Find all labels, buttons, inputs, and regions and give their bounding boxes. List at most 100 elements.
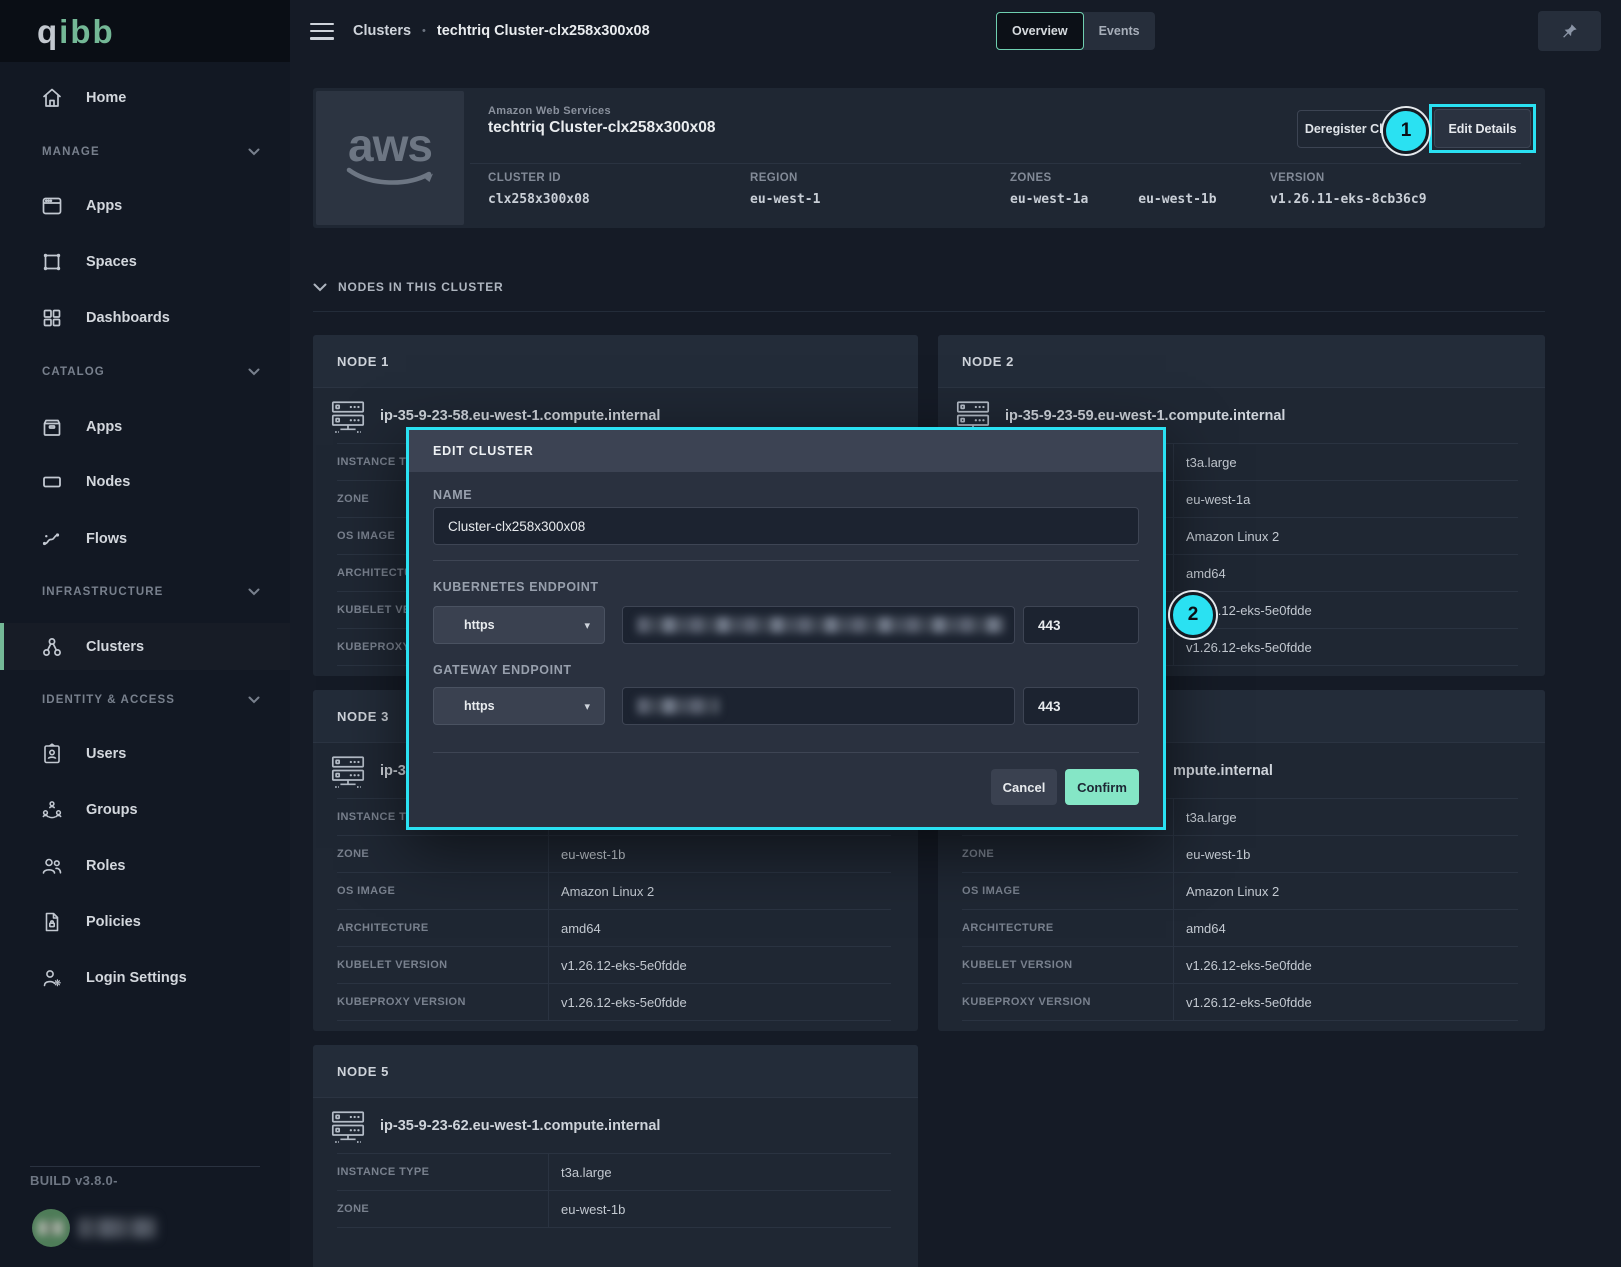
redacted-host bbox=[637, 617, 1005, 633]
sidebar-item-label: Flows bbox=[86, 531, 127, 547]
chevron-down-icon: ▾ bbox=[584, 619, 590, 632]
sidebar-section-identity[interactable]: IDENTITY & ACCESS bbox=[0, 690, 290, 710]
confirm-button[interactable]: Confirm bbox=[1065, 769, 1139, 805]
logo[interactable]: qibb bbox=[0, 0, 290, 62]
section-divider bbox=[313, 311, 1545, 312]
table-row: KUBEPROXY VERSIONv1.26.12-eks-5e0fdde bbox=[962, 984, 1518, 1021]
avatar[interactable] bbox=[32, 1209, 70, 1247]
field-label: CLUSTER ID bbox=[488, 172, 750, 184]
version-field: VERSION v1.26.11-eks-8cb36c9 bbox=[1270, 172, 1427, 207]
modal-header: EDIT CLUSTER bbox=[409, 430, 1163, 472]
sidebar-divider bbox=[30, 1166, 260, 1167]
sidebar-section-label: INFRASTRUCTURE bbox=[42, 586, 163, 598]
annotation-highlight-box bbox=[1429, 104, 1536, 153]
scheme-select[interactable]: https ▾ bbox=[433, 687, 605, 725]
row-label: KUBELET VERSION bbox=[962, 947, 1174, 983]
kubernetes-host-input[interactable] bbox=[622, 606, 1015, 644]
sidebar-item-roles[interactable]: Roles bbox=[0, 844, 290, 888]
menu-icon[interactable] bbox=[310, 23, 334, 40]
people-icon bbox=[40, 854, 64, 878]
name-label: NAME bbox=[433, 489, 1139, 501]
sidebar-item-apps-catalog[interactable]: Apps bbox=[0, 405, 290, 449]
zones-field: ZONES eu-west-1a eu-west-1b bbox=[1010, 172, 1270, 207]
sidebar-section-manage[interactable]: MANAGE bbox=[0, 142, 290, 162]
row-value: eu-west-1a bbox=[1174, 481, 1250, 517]
topbar: Clusters • techtriq Cluster-clx258x300x0… bbox=[310, 0, 650, 62]
sidebar-item-spaces[interactable]: Spaces bbox=[0, 240, 290, 284]
annotation-circle-2: 2 bbox=[1170, 592, 1216, 638]
pin-icon bbox=[1560, 22, 1579, 41]
sidebar-item-clusters[interactable]: Clusters bbox=[0, 623, 290, 670]
modal-title: EDIT CLUSTER bbox=[433, 444, 534, 458]
table-row: INSTANCE TYPEt3a.large bbox=[337, 1154, 891, 1191]
scheme-select[interactable]: https ▾ bbox=[433, 606, 605, 644]
modal-footer: Cancel Confirm bbox=[433, 769, 1139, 805]
sidebar-section-catalog[interactable]: CATALOG bbox=[0, 362, 290, 382]
chevron-down-icon bbox=[248, 148, 260, 156]
provider-label: Amazon Web Services bbox=[488, 105, 611, 117]
row-label: ARCHITECTURE bbox=[337, 910, 549, 946]
row-value: eu-west-1b bbox=[549, 1191, 625, 1227]
cluster-id-field: CLUSTER ID clx258x300x08 bbox=[488, 172, 750, 207]
sidebar-section-label: CATALOG bbox=[42, 366, 105, 378]
sidebar-item-flows[interactable]: Flows bbox=[0, 517, 290, 561]
node-hostname: ip-35-9-23-59.eu-west-1.compute.internal bbox=[1005, 408, 1285, 424]
tab-overview[interactable]: Overview bbox=[996, 12, 1084, 50]
sidebar-item-policies[interactable]: Policies bbox=[0, 900, 290, 944]
card-divider bbox=[470, 163, 1521, 164]
row-value: t3a.large bbox=[1174, 799, 1237, 835]
gateway-host-input[interactable] bbox=[622, 687, 1015, 725]
sidebar-item-apps-manage[interactable]: Apps bbox=[0, 184, 290, 228]
field-value: eu-west-1 bbox=[750, 192, 1010, 207]
node-hostname: ip-35-9-23-62.eu-west-1.compute.internal bbox=[380, 1118, 660, 1134]
row-value: v1.26.12-eks-5e0fdde bbox=[549, 947, 687, 983]
row-value: amd64 bbox=[1174, 555, 1226, 591]
pin-button[interactable] bbox=[1538, 11, 1601, 51]
browser-window-icon bbox=[40, 194, 64, 218]
node-title: NODE 5 bbox=[337, 1064, 389, 1079]
cancel-button[interactable]: Cancel bbox=[991, 769, 1057, 805]
row-label: ZONE bbox=[337, 836, 549, 872]
sidebar-item-nodes[interactable]: Nodes bbox=[0, 460, 290, 504]
modal-body: NAME Cluster-clx258x300x08 KUBERNETES EN… bbox=[409, 472, 1163, 827]
field-label: VERSION bbox=[1270, 172, 1427, 184]
page-title: techtriq Cluster-clx258x300x08 bbox=[437, 23, 650, 39]
cluster-name-value: Cluster-clx258x300x08 bbox=[448, 519, 585, 534]
sidebar-item-login-settings[interactable]: Login Settings bbox=[0, 956, 290, 1000]
tab-events[interactable]: Events bbox=[1084, 12, 1155, 50]
row-value: t3a.large bbox=[549, 1154, 612, 1190]
server-icon bbox=[329, 397, 367, 435]
breadcrumb-separator: • bbox=[422, 25, 426, 37]
row-label: KUBEPROXY VERSION bbox=[962, 984, 1174, 1020]
node-name-row: ip-35-9-23-62.eu-west-1.compute.internal bbox=[313, 1098, 918, 1153]
cluster-name-input[interactable]: Cluster-clx258x300x08 bbox=[433, 507, 1139, 545]
annotation-circle-1: 1 bbox=[1383, 108, 1429, 154]
row-label: KUBELET VERSION bbox=[337, 947, 549, 983]
breadcrumb-section[interactable]: Clusters bbox=[353, 23, 411, 39]
sidebar-item-label: Roles bbox=[86, 858, 126, 874]
kubernetes-port-input[interactable]: 443 bbox=[1023, 606, 1139, 644]
chevron-down-icon bbox=[313, 283, 327, 292]
cluster-title: techtriq Cluster-clx258x300x08 bbox=[488, 119, 715, 137]
kubernetes-endpoint-label: KUBERNETES ENDPOINT bbox=[433, 581, 1139, 593]
table-row: ARCHITECTUREamd64 bbox=[962, 910, 1518, 947]
sidebar-item-groups[interactable]: Groups bbox=[0, 788, 290, 832]
gateway-port-input[interactable]: 443 bbox=[1023, 687, 1139, 725]
sidebar-item-label: Spaces bbox=[86, 254, 137, 270]
scheme-value: https bbox=[464, 699, 495, 713]
logo-q: q bbox=[37, 13, 59, 50]
sidebar-item-home[interactable]: Home bbox=[0, 76, 290, 120]
user-account[interactable] bbox=[32, 1209, 156, 1247]
sidebar-item-dashboards[interactable]: Dashboards bbox=[0, 296, 290, 340]
nodes-section-toggle[interactable]: NODES IN THIS CLUSTER bbox=[313, 280, 503, 294]
row-value: Amazon Linux 2 bbox=[1174, 873, 1279, 909]
sidebar-item-users[interactable]: Users bbox=[0, 732, 290, 776]
redacted-host bbox=[637, 698, 719, 714]
sidebar-section-infrastructure[interactable]: INFRASTRUCTURE bbox=[0, 582, 290, 602]
person-gear-icon bbox=[40, 966, 64, 990]
aws-logo-text: aws bbox=[348, 126, 432, 165]
row-value: amd64 bbox=[1174, 910, 1226, 946]
server-icon bbox=[329, 752, 367, 790]
sidebar-section-label: MANAGE bbox=[42, 146, 100, 158]
gateway-endpoint-label: GATEWAY ENDPOINT bbox=[433, 664, 1139, 676]
